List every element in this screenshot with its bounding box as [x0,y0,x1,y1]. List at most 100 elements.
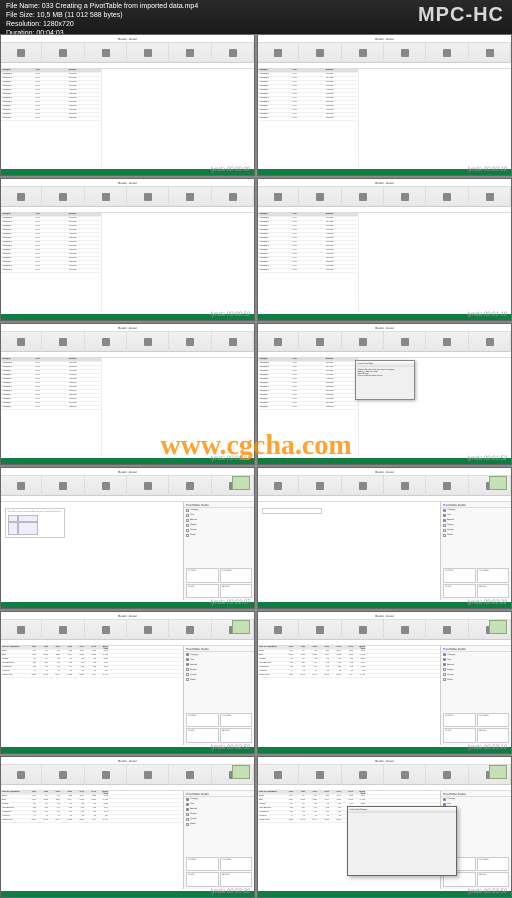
pivot-value-cell[interactable]: 6454 [61,674,73,677]
empty-cells[interactable] [102,69,254,167]
data-cell[interactable]: 2011 [291,370,324,373]
pivot-value-cell[interactable]: 727 [294,803,306,806]
pivot-value-cell[interactable]: 7317 [85,819,97,822]
data-cell[interactable]: 2011 [34,398,67,401]
pivot-col-header[interactable]: 2015 [85,791,97,794]
pivot-value-cell[interactable]: 481 [294,807,306,810]
data-cell[interactable]: 3870000 [325,221,358,224]
pivot-value-cell[interactable]: 727 [294,658,306,661]
pivot-value-cell[interactable]: 22786 [97,799,109,802]
data-cell[interactable]: 2880000 [325,406,358,409]
data-cell[interactable]: 2011 [34,237,67,240]
pivot-value-cell[interactable]: 558 [318,807,330,810]
data-cell[interactable]: 2650000 [68,386,101,389]
data-cell[interactable]: Category B [258,366,291,369]
pivot-value-cell[interactable]: 329 [61,811,73,814]
data-cell[interactable]: 4410000 [325,390,358,393]
pivot-value-cell[interactable]: 36 [73,815,85,818]
data-cell[interactable]: 2011 [291,89,324,92]
pivot-value-cell[interactable]: 795 [306,650,318,653]
pivot-value-cell[interactable]: 631 [282,795,294,798]
data-cell[interactable]: 3340000 [325,93,358,96]
pivot-value-cell[interactable]: 344 [330,811,342,814]
ribbon-group[interactable] [170,187,211,207]
ribbon-icon[interactable] [316,193,324,201]
ribbon-icon[interactable] [274,338,282,346]
pivot-value-cell[interactable]: 7317 [342,674,354,677]
data-cell[interactable]: 2011 [34,402,67,405]
pivot-value-cell[interactable]: 1928 [354,666,366,669]
data-cell[interactable]: 2011 [291,117,324,120]
data-cell[interactable]: Category H [1,390,34,393]
pivot-value-cell[interactable]: 3211 [354,662,366,665]
checkbox-icon[interactable] [443,534,446,537]
data-cell[interactable]: 2910000 [68,81,101,84]
data-cell[interactable]: 4410000 [68,245,101,248]
pivot-value-cell[interactable]: 29 [37,670,49,673]
data-cell[interactable]: 2011 [34,233,67,236]
data-cell[interactable]: 2011 [34,101,67,104]
ribbon-icon[interactable] [144,482,152,490]
ribbon-group[interactable] [86,332,127,352]
data-cell[interactable]: 2011 [34,77,67,80]
pivot-value-cell[interactable]: 743 [342,658,354,661]
ribbon-group[interactable] [170,43,211,63]
data-cell[interactable]: 4410000 [325,101,358,104]
data-cell[interactable]: 2910000 [325,81,358,84]
thumbnail[interactable]: Book1 - Excel PivotTable Fields Category… [257,467,512,609]
data-cell[interactable]: 2011 [291,386,324,389]
data-cell[interactable]: 2011 [291,402,324,405]
ribbon-icon[interactable] [274,193,282,201]
data-cell[interactable]: 1780000 [325,233,358,236]
data-cell[interactable]: Category M [258,265,291,268]
pivot-value-cell[interactable]: 443 [25,807,37,810]
pivot-row-label[interactable]: Europe [1,658,25,661]
pivot-value-cell[interactable]: 4393 [342,799,354,802]
ribbon-group[interactable] [258,43,299,63]
thumbnail[interactable]: Book1 - Excel Sum of Population199019952… [0,756,255,898]
ribbon-group[interactable] [170,476,211,496]
pivot-col-header[interactable]: 1990 [282,791,294,794]
data-cell[interactable]: 1780000 [68,89,101,92]
ribbon-group[interactable] [385,187,426,207]
data-cell[interactable]: Category L [258,117,291,120]
ribbon-icon[interactable] [102,482,110,490]
ribbon-icon[interactable] [59,771,67,779]
data-columns[interactable]: CategoryYearAmountCategory A20114520000C… [258,213,359,311]
values-zone[interactable]: VALUES [477,584,509,599]
data-cell[interactable]: Category L [1,261,34,264]
pivot-row-label[interactable]: Grand Total [1,674,25,677]
pivot-value-cell[interactable]: 4164 [330,654,342,657]
pivot-value-cell[interactable]: 7317 [85,674,97,677]
checkbox-icon[interactable] [186,514,189,517]
pivot-fields-panel[interactable]: PivotTable Fields CategoryYearAmountRegi… [183,791,254,889]
ribbon-group[interactable] [128,620,169,640]
data-cell[interactable]: Category G [258,386,291,389]
data-cell[interactable]: 3090000 [325,394,358,397]
ribbon-icon[interactable] [102,49,110,57]
rows-zone[interactable]: ROWS [443,584,475,599]
pivot-value-cell[interactable]: 36 [73,670,85,673]
checkbox-icon[interactable] [186,818,189,821]
checkbox-icon[interactable] [443,673,446,676]
pivot-value-cell[interactable]: 1928 [97,811,109,814]
pivot-value-cell[interactable]: 481 [37,807,49,810]
pivot-value-cell[interactable]: 36 [330,670,342,673]
ribbon-icon[interactable] [401,49,409,57]
ribbon-group[interactable] [170,765,211,785]
data-cell[interactable]: 3340000 [325,237,358,240]
checkbox-icon[interactable] [186,534,189,537]
data-cell[interactable]: Category A [258,73,291,76]
ribbon-icon[interactable] [186,771,194,779]
data-cell[interactable]: 3090000 [325,105,358,108]
data-cell[interactable]: Category C [1,81,34,84]
pivot-row-label[interactable]: N. America [258,811,282,814]
data-cell[interactable]: 5120000 [68,85,101,88]
ribbon-group[interactable] [385,620,426,640]
data-cell[interactable]: Category B [258,221,291,224]
data-cell[interactable]: 2650000 [325,386,358,389]
data-cell[interactable]: Category G [258,97,291,100]
pivot-value-cell[interactable]: 283 [25,666,37,669]
pivot-fields-panel[interactable]: PivotTable Fields CategoryYearAmountRegi… [440,502,511,600]
data-cell[interactable]: 2011 [291,374,324,377]
